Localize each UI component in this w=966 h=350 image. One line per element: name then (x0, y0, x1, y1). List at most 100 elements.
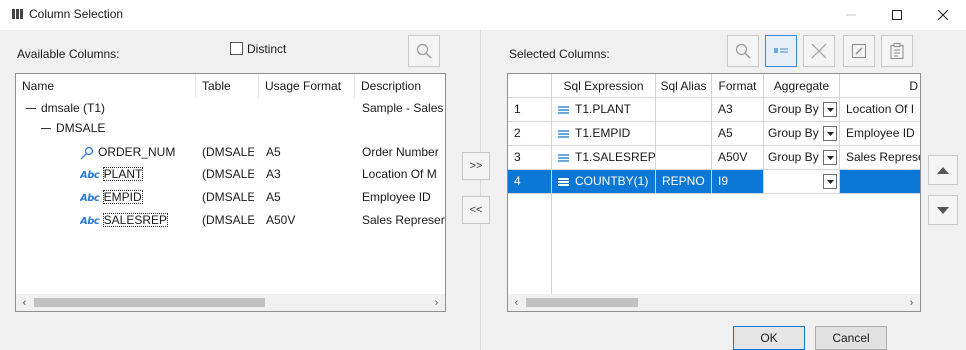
tree-row-plant[interactable]: Abc PLANT (DMSALE) A3 Location Of M (16, 164, 445, 184)
tree-item-description: Sample - Sales (362, 101, 444, 115)
left-horizontal-scrollbar[interactable]: ‹ › (16, 294, 445, 311)
search-icon (735, 43, 751, 59)
expression-list-icon (558, 177, 569, 186)
sql-alias[interactable]: REPNO (656, 170, 712, 193)
column-header-table[interactable]: Table (196, 74, 259, 98)
scroll-left-icon[interactable]: ‹ (508, 294, 525, 311)
column-header-rownum (508, 74, 552, 97)
column-header-sql-expression[interactable]: Sql Expression (552, 74, 656, 97)
column-header-name[interactable]: Name (16, 74, 196, 98)
expression-list-icon (558, 153, 569, 162)
tree-item-name: EMPID (102, 190, 143, 204)
expression-button[interactable] (765, 35, 797, 67)
column-header-usage-format[interactable]: Usage Format (259, 74, 355, 98)
aggregate-value: Group By (768, 102, 819, 116)
chevron-down-icon (826, 107, 834, 112)
scrollbar-thumb[interactable] (34, 298, 265, 307)
tree-row-empid[interactable]: Abc EMPID (DMSALE) A5 Employee ID (16, 187, 445, 207)
scroll-left-icon[interactable]: ‹ (16, 294, 33, 311)
tree-header: Name Table Usage Format Description (16, 74, 445, 98)
tree-row-dmsale-t1[interactable]: dmsale (T1) Sample - Sales (16, 98, 445, 118)
grid-row-selected[interactable]: 4 COUNTBY(1) REPNO I9 (508, 170, 920, 194)
grid-header: Sql Expression Sql Alias Format Aggregat… (508, 74, 920, 98)
grid-row[interactable]: 3 T1.SALESREP A50V Group By Sales Repres… (508, 146, 920, 170)
description: Location Of I (846, 102, 915, 116)
column-header-sql-alias[interactable]: Sql Alias (656, 74, 712, 97)
column-header-format[interactable]: Format (712, 74, 764, 97)
tree-row-dmsale[interactable]: DMSALE (16, 118, 445, 138)
aggregate-value: Group By (768, 150, 819, 164)
tree-row-salesrep[interactable]: Abc SALESREP (DMSALE) A50V Sales Represe… (16, 210, 445, 230)
delete-button[interactable] (803, 35, 835, 67)
scroll-right-icon[interactable]: › (428, 294, 445, 311)
tree-item-format: A50V (266, 213, 296, 227)
sql-expression: T1.SALESREP (575, 150, 656, 164)
edit-button[interactable] (843, 35, 875, 67)
format[interactable]: A3 (712, 98, 764, 121)
window-title: Column Selection (29, 7, 124, 21)
format[interactable]: A5 (712, 122, 764, 145)
scroll-right-icon[interactable]: › (903, 294, 920, 311)
tree-row-order-num[interactable]: ORDER_NUM (DMSALE) A5 Order Number (16, 142, 445, 162)
tree-item-description: Order Number (362, 145, 439, 159)
minimize-icon (846, 14, 856, 16)
row-number: 4 (508, 170, 552, 193)
cancel-button[interactable]: Cancel (815, 326, 887, 350)
column-header-description[interactable]: Description (355, 74, 445, 98)
grid-row[interactable]: 2 T1.EMPID A5 Group By Employee ID (508, 122, 920, 146)
right-search-button[interactable] (727, 35, 759, 67)
aggregate-dropdown[interactable] (823, 126, 837, 141)
scrollbar-thumb[interactable] (526, 298, 638, 307)
aggregate-dropdown[interactable] (823, 174, 837, 189)
aggregate-dropdown[interactable] (823, 150, 837, 165)
collapse-dash-icon[interactable] (26, 108, 36, 110)
move-down-button[interactable] (928, 195, 958, 225)
triangle-down-icon (937, 206, 949, 214)
minimize-button[interactable] (828, 2, 874, 28)
close-button[interactable] (920, 2, 966, 28)
column-header-aggregate[interactable]: Aggregate (764, 74, 840, 97)
tree-item-table: (DMSALE) (202, 190, 254, 204)
key-icon (80, 146, 94, 160)
aggregate-dropdown[interactable] (823, 102, 837, 117)
sql-alias[interactable] (656, 98, 712, 121)
left-search-button[interactable] (408, 35, 440, 67)
maximize-button[interactable] (874, 2, 920, 28)
rownum-column-divider (551, 194, 552, 294)
tree-item-table: (DMSALE) (202, 213, 254, 227)
tree-item-format: A5 (266, 190, 281, 204)
sql-expression: T1.EMPID (575, 126, 631, 140)
aggregate-value: Group By (768, 126, 819, 140)
title-bar (0, 0, 966, 30)
sql-expression: COUNTBY(1) (575, 174, 649, 188)
chevron-down-icon (826, 155, 834, 160)
move-up-button[interactable] (928, 155, 958, 185)
remove-columns-button[interactable]: << (462, 196, 490, 224)
distinct-checkbox[interactable] (230, 42, 243, 55)
column-header-description[interactable]: D (840, 74, 920, 97)
abc-field-icon: Abc (80, 170, 100, 181)
delete-x-icon (811, 43, 827, 59)
format[interactable]: I9 (712, 170, 764, 193)
expression-list-icon (558, 105, 569, 114)
sql-alias[interactable] (656, 146, 712, 169)
triangle-up-icon (937, 166, 949, 174)
expression-list-icon (558, 129, 569, 138)
collapse-dash-icon[interactable] (41, 128, 51, 130)
sql-alias[interactable] (656, 122, 712, 145)
grid-row[interactable]: 1 T1.PLANT A3 Group By Location Of I (508, 98, 920, 122)
row-number: 1 (508, 98, 552, 121)
selected-columns-label: Selected Columns: (509, 47, 610, 61)
right-horizontal-scrollbar[interactable]: ‹ › (508, 294, 920, 311)
ok-button[interactable]: OK (733, 326, 805, 350)
format[interactable]: A50V (712, 146, 764, 169)
selected-columns-grid[interactable]: Sql Expression Sql Alias Format Aggregat… (507, 73, 921, 312)
tree-item-name: dmsale (T1) (41, 101, 106, 115)
tree-item-name: DMSALE (56, 121, 106, 135)
search-icon (416, 43, 432, 59)
description (840, 170, 920, 193)
clipboard-button[interactable] (881, 35, 913, 67)
available-columns-tree[interactable]: Name Table Usage Format Description dmsa… (15, 73, 446, 312)
add-columns-button[interactable]: >> (462, 152, 490, 180)
tree-item-description: Sales Represen (362, 213, 446, 227)
